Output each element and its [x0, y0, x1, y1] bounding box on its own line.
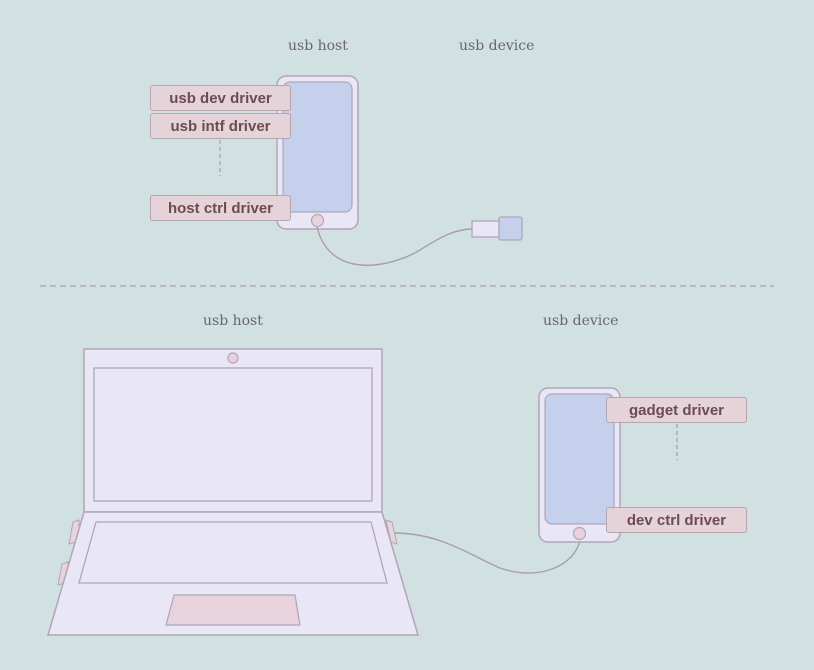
usb-diagram: [40, 75, 774, 636]
top-usb-cable: [316, 226, 474, 266]
bottom-host-label: usb host: [203, 313, 263, 329]
laptop-screen: [93, 367, 373, 502]
top-phone-button: [310, 213, 325, 228]
usb-plug-housing: [471, 220, 502, 238]
gadget-driver-box: gadget driver: [606, 397, 747, 423]
top-phone-screen: [282, 81, 353, 213]
usb-dev-driver-box: usb dev driver: [150, 85, 291, 111]
usb-device-body: [498, 216, 523, 241]
laptop-keyboard: [78, 521, 388, 584]
dev-ctrl-driver-box: dev ctrl driver: [606, 507, 747, 533]
top-host-label: usb host: [288, 38, 348, 54]
bottom-phone-screen: [544, 393, 615, 525]
bottom-phone-button: [572, 526, 587, 541]
bottom-device-label: usb device: [543, 313, 619, 329]
laptop-trackpad: [165, 594, 301, 626]
top-device-label: usb device: [459, 38, 535, 54]
host-ctrl-driver-box: host ctrl driver: [150, 195, 291, 221]
usb-device-plug: [471, 216, 523, 241]
usb-intf-driver-box: usb intf driver: [150, 113, 291, 139]
laptop-webcam: [227, 352, 239, 364]
laptop: [46, 348, 420, 636]
